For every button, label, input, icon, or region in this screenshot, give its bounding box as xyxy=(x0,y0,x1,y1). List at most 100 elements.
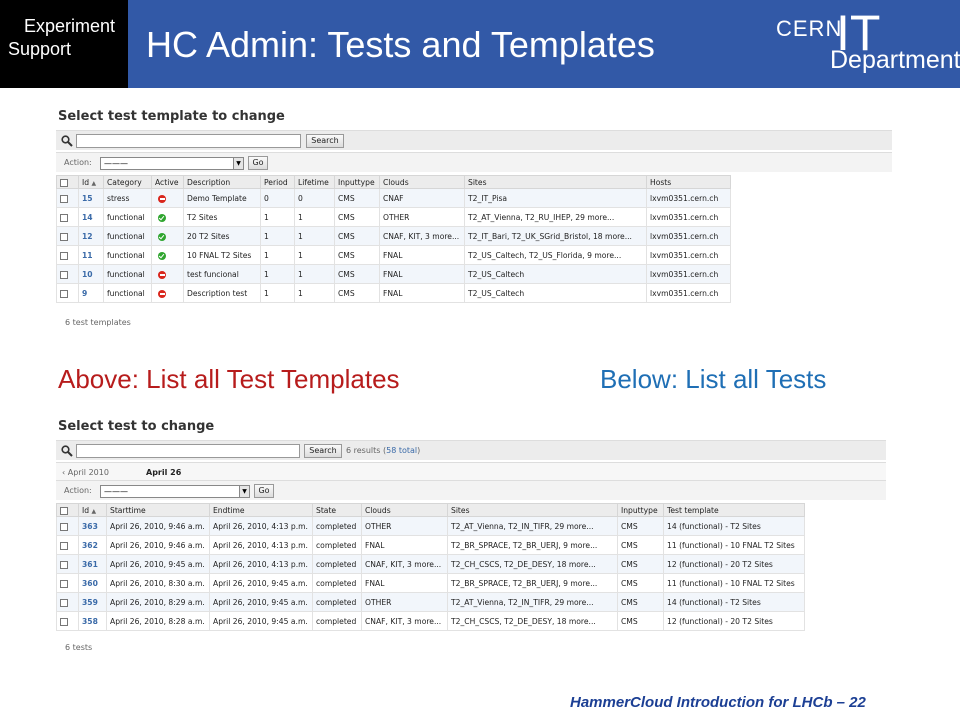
column-header-inputtype[interactable]: Inputtype xyxy=(334,175,380,189)
test-id-link[interactable]: 363 xyxy=(78,516,107,536)
column-header-id[interactable]: Id ▲ xyxy=(78,503,107,517)
select-all-checkbox[interactable] xyxy=(60,506,68,515)
test-id-link[interactable]: 361 xyxy=(78,554,107,574)
tests-action-value: ——— xyxy=(104,487,128,496)
test-sites: T2_CH_CSCS, T2_DE_DESY, 18 more... xyxy=(447,554,618,574)
row-checkbox[interactable] xyxy=(60,579,68,588)
row-checkbox[interactable] xyxy=(60,194,68,203)
column-header-active[interactable]: Active xyxy=(151,175,184,189)
row-checkbox[interactable] xyxy=(60,213,68,222)
test-id-link[interactable]: 360 xyxy=(78,573,107,593)
date-prev-link[interactable]: ‹ April 2010 xyxy=(62,468,109,477)
column-header-id[interactable]: Id ▲ xyxy=(78,175,104,189)
row-checkbox[interactable] xyxy=(60,270,68,279)
tests-results-total-link[interactable]: 58 total xyxy=(386,446,417,455)
tests-count: 6 tests xyxy=(65,643,93,652)
column-header-clouds[interactable]: Clouds xyxy=(379,175,465,189)
test-id-link[interactable]: 362 xyxy=(78,535,107,555)
column-header-state[interactable]: State xyxy=(312,503,362,517)
row-checkbox[interactable] xyxy=(60,232,68,241)
test-state: completed xyxy=(312,554,362,574)
row-checkbox[interactable] xyxy=(60,522,68,531)
tests-search-button[interactable]: Search xyxy=(304,444,342,458)
tests-date-hierarchy: ‹ April 2010 April 26 xyxy=(56,462,886,482)
test-endtime: April 26, 2010, 9:45 a.m. xyxy=(209,592,313,612)
template-hosts: lxvm0351.cern.ch xyxy=(646,264,731,284)
template-category: functional xyxy=(103,283,152,303)
inactive-no-entry-icon xyxy=(158,194,166,203)
row-checkbox[interactable] xyxy=(60,541,68,550)
template-category: functional xyxy=(103,207,152,227)
test-sites: T2_CH_CSCS, T2_DE_DESY, 18 more... xyxy=(447,611,618,631)
template-id-link[interactable]: 10 xyxy=(78,264,104,284)
column-header-hosts[interactable]: Hosts xyxy=(646,175,731,189)
table-row: 14 functional T2 Sites 1 1 CMS OTHER T2_AT_Vien… xyxy=(56,207,731,227)
test-id-link[interactable]: 359 xyxy=(78,592,107,612)
template-sites: T2_AT_Vienna, T2_RU_IHEP, 29 more... xyxy=(464,207,647,227)
tests-search-bar: Search 6 results (58 total) xyxy=(56,440,886,460)
slide-title: HC Admin: Tests and Templates xyxy=(146,24,655,65)
test-clouds: FNAL xyxy=(361,535,448,555)
column-header-lifetime[interactable]: Lifetime xyxy=(294,175,335,189)
test-starttime: April 26, 2010, 9:45 a.m. xyxy=(106,554,210,574)
column-header-sites[interactable]: Sites xyxy=(464,175,647,189)
sort-asc-icon: ▲ xyxy=(91,179,97,187)
column-header-description[interactable]: Description xyxy=(183,175,261,189)
template-id-link[interactable]: 11 xyxy=(78,245,104,265)
column-header-test-template[interactable]: Test template xyxy=(663,503,805,517)
row-checkbox[interactable] xyxy=(60,251,68,260)
template-clouds: FNAL xyxy=(379,283,465,303)
test-clouds: CNAF, KIT, 3 more... xyxy=(361,554,448,574)
row-checkbox[interactable] xyxy=(60,617,68,626)
table-row: 9 functional Description test 1 1 CMS FNAL T2_U… xyxy=(56,283,731,303)
active-check-icon xyxy=(158,232,166,241)
row-checkbox[interactable] xyxy=(60,598,68,607)
column-header-period[interactable]: Period xyxy=(260,175,295,189)
tests-action-select[interactable]: ——— ▼ xyxy=(100,485,250,498)
template-active-cell xyxy=(151,264,184,284)
template-period: 1 xyxy=(260,207,295,227)
tests-search-input[interactable] xyxy=(76,444,300,458)
templates-search-input[interactable] xyxy=(76,134,301,148)
test-endtime: April 26, 2010, 4:13 p.m. xyxy=(209,516,313,536)
template-sites: T2_US_Caltech xyxy=(464,283,647,303)
table-row: 12 functional 20 T2 Sites 1 1 CMS CNAF, KIT, 3… xyxy=(56,226,731,246)
templates-action-select[interactable]: ——— ▼ xyxy=(100,157,244,170)
template-lifetime: 1 xyxy=(294,207,335,227)
template-period: 1 xyxy=(260,264,295,284)
template-id-link[interactable]: 9 xyxy=(78,283,104,303)
template-period: 0 xyxy=(260,188,295,208)
test-sites: T2_BR_SPRACE, T2_BR_UERJ, 9 more... xyxy=(447,535,618,555)
row-checkbox[interactable] xyxy=(60,560,68,569)
template-lifetime: 1 xyxy=(294,283,335,303)
test-clouds: FNAL xyxy=(361,573,448,593)
column-header-starttime[interactable]: Starttime xyxy=(106,503,210,517)
column-header-category[interactable]: Category xyxy=(103,175,152,189)
row-checkbox-cell xyxy=(56,516,79,536)
template-id-link[interactable]: 15 xyxy=(78,188,104,208)
slide-header: Experiment Support HC Admin: Tests and T… xyxy=(0,0,960,88)
template-id-link[interactable]: 12 xyxy=(78,226,104,246)
templates-go-button[interactable]: Go xyxy=(248,156,268,170)
column-header-inputtype[interactable]: Inputtype xyxy=(617,503,664,517)
template-category: functional xyxy=(103,264,152,284)
template-hosts: lxvm0351.cern.ch xyxy=(646,226,731,246)
templates-search-button[interactable]: Search xyxy=(306,134,344,148)
column-header-endtime[interactable]: Endtime xyxy=(209,503,313,517)
test-id-link[interactable]: 358 xyxy=(78,611,107,631)
column-header-clouds[interactable]: Clouds xyxy=(361,503,448,517)
template-description: T2 Sites xyxy=(183,207,261,227)
table-row: 361 April 26, 2010, 9:45 a.m. April 26, 20… xyxy=(56,554,805,574)
template-id-link[interactable]: 14 xyxy=(78,207,104,227)
select-all-checkbox[interactable] xyxy=(60,178,68,187)
column-header-sites[interactable]: Sites xyxy=(447,503,618,517)
template-inputtype: CMS xyxy=(334,264,380,284)
table-row: 10 functional test funcional 1 1 CMS FNAL T2_US… xyxy=(56,264,731,284)
test-endtime: April 26, 2010, 4:13 p.m. xyxy=(209,535,313,555)
test-endtime: April 26, 2010, 9:45 a.m. xyxy=(209,573,313,593)
row-checkbox[interactable] xyxy=(60,289,68,298)
row-checkbox-cell xyxy=(56,207,79,227)
table-row: 362 April 26, 2010, 9:46 a.m. April 26, 20… xyxy=(56,535,805,555)
active-check-icon xyxy=(158,213,166,222)
tests-go-button[interactable]: Go xyxy=(254,484,274,498)
